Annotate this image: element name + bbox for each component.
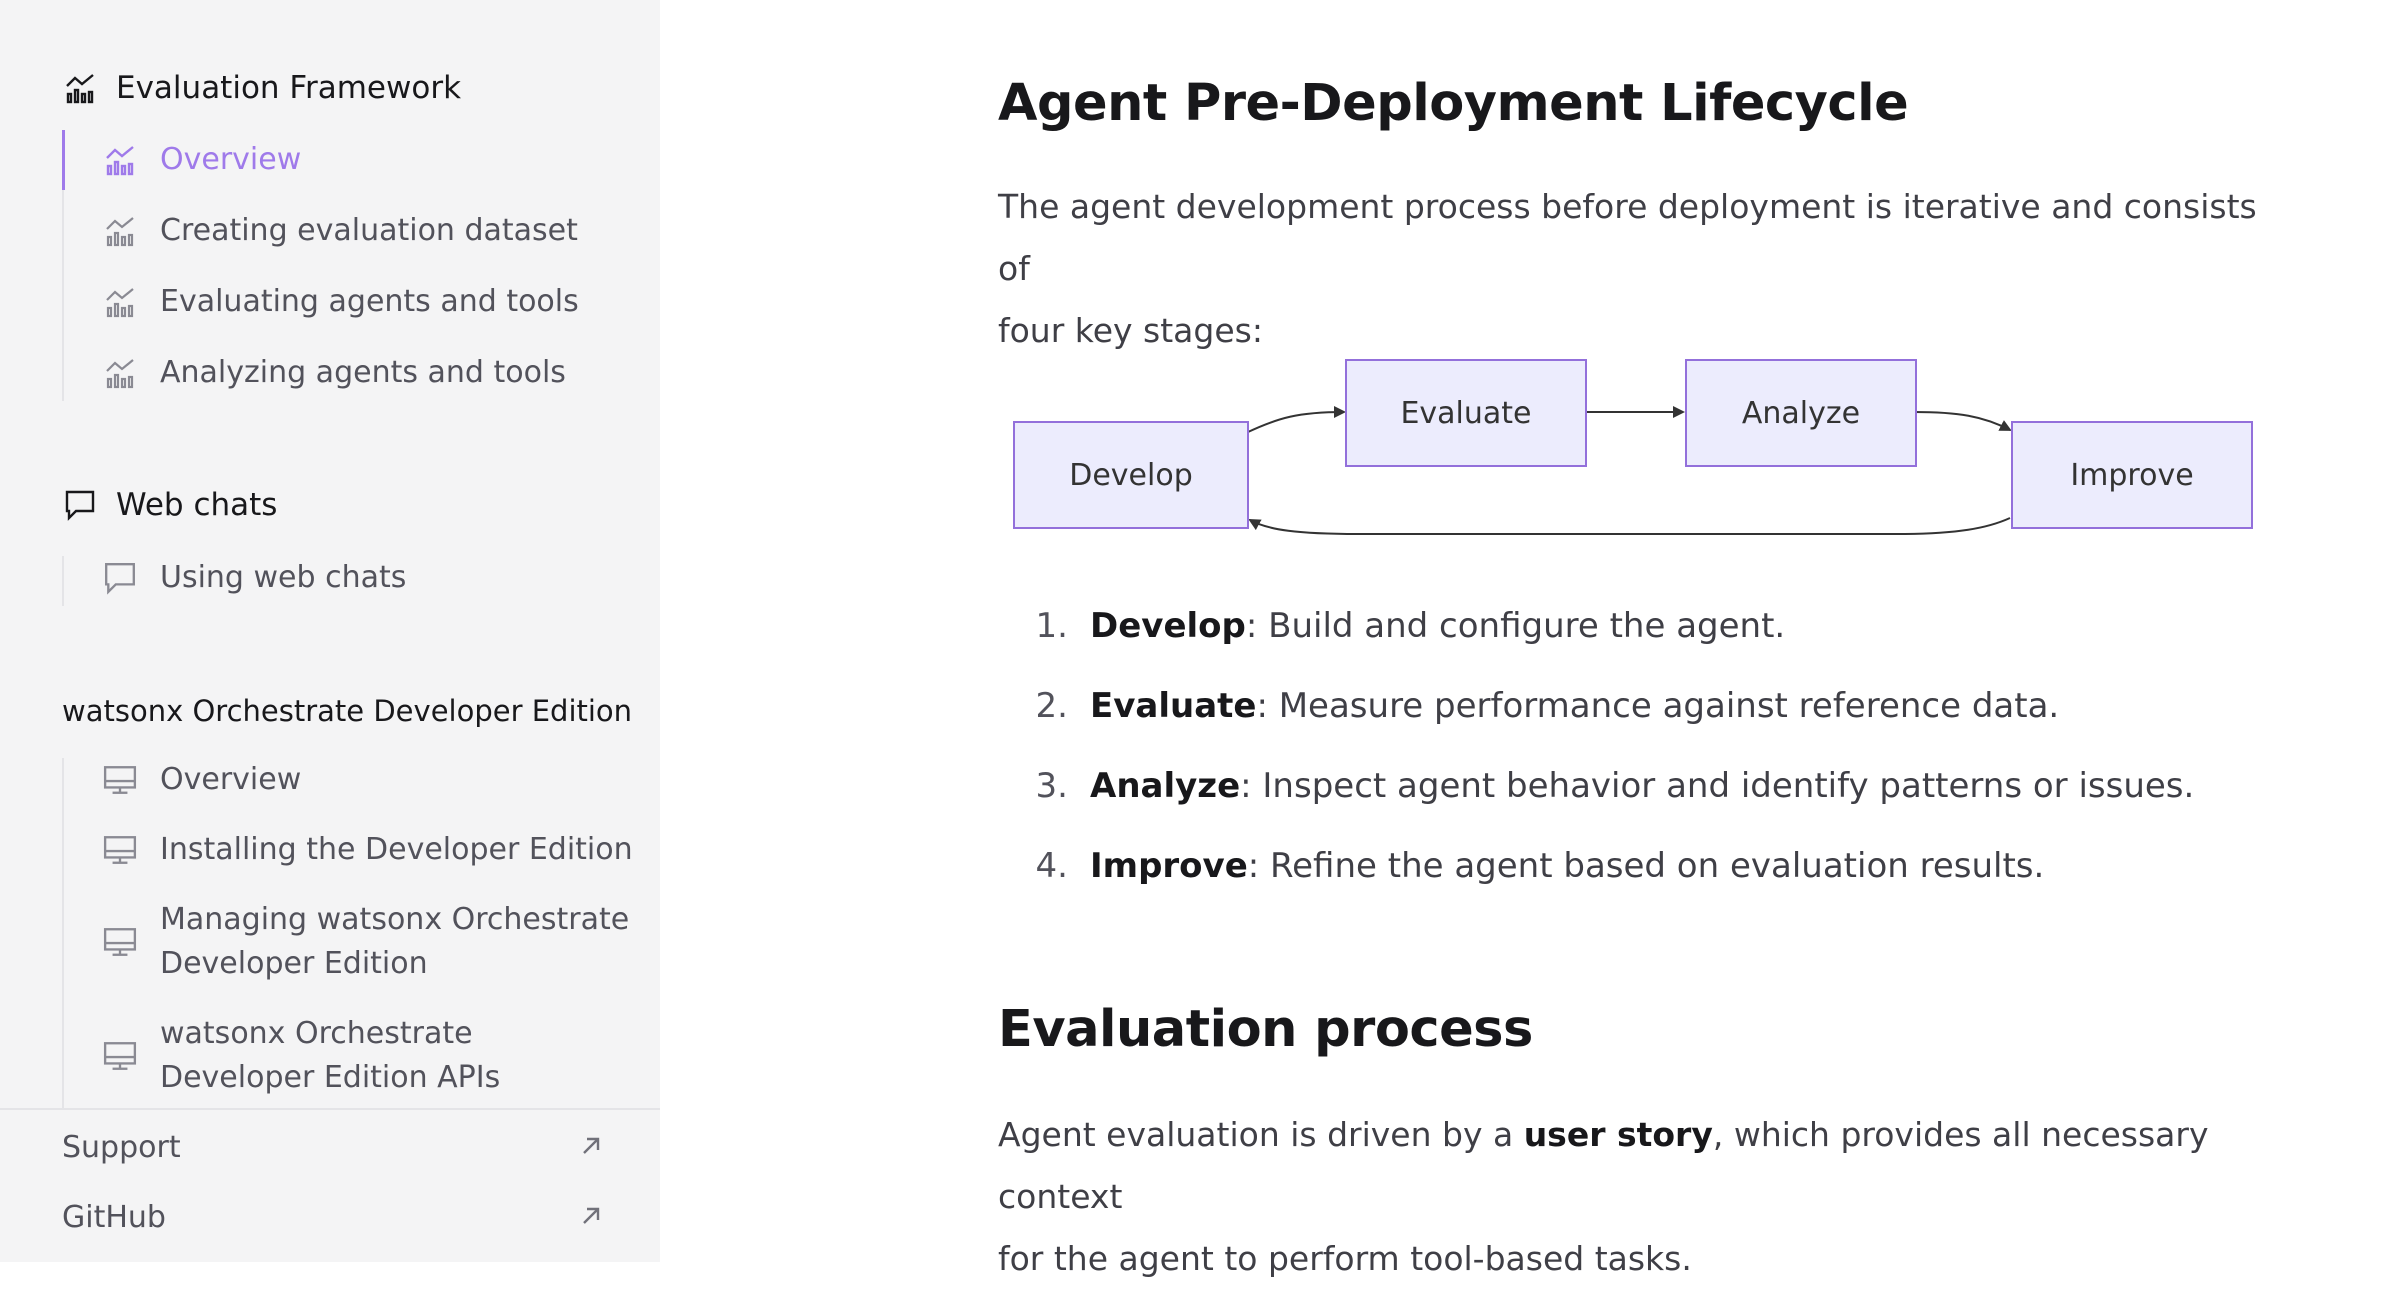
chart-icon (100, 138, 140, 182)
chat-bubble-icon (62, 487, 98, 523)
sidebar-item-label-line1: watsonx Orchestrate (160, 1016, 473, 1051)
group-title-label: Web chats (116, 487, 278, 523)
step-text: Develop: Build and configure the agent. (1090, 596, 1785, 656)
github-link-label: GitHub (62, 1200, 166, 1235)
step-number: 3. (1035, 766, 1068, 806)
sidebar-item-managing-developer-edition[interactable]: Managing watsonx Orchestrate Developer E… (64, 898, 633, 986)
group-title-label: Evaluation Framework (116, 70, 462, 106)
list-item: 1. Develop: Build and configure the agen… (998, 596, 2194, 676)
edge-develop-evaluate (1247, 406, 1346, 433)
monitor-icon (100, 758, 140, 802)
monitor-icon (100, 920, 140, 964)
step-term: Analyze (1090, 766, 1241, 806)
step-text: Evaluate: Measure performance against re… (1090, 676, 2059, 736)
step-number: 4. (1035, 846, 1068, 886)
sidebar-item-label: Using web chats (160, 560, 407, 595)
github-link[interactable]: GitHub (62, 1200, 602, 1235)
sidebar-item-label: Evaluating agents and tools (160, 284, 579, 319)
evaluation-nav-list: Overview Creating evaluation dataset Eva… (62, 130, 579, 401)
node-develop: Develop (1013, 421, 1249, 529)
node-analyze-label: Analyze (1742, 396, 1860, 431)
node-evaluate-label: Evaluate (1400, 396, 1531, 431)
evaluation-process-intro: Agent evaluation is driven by a user sto… (998, 1104, 2258, 1290)
intro-line-2: four key stages: (998, 311, 1263, 350)
section-heading-evaluation-process: Evaluation process (998, 1000, 1533, 1059)
list-item: 2. Evaluate: Measure performance against… (998, 676, 2194, 756)
list-item: 4. Improve: Refine the agent based on ev… (998, 836, 2194, 916)
step-desc: : Refine the agent based on evaluation r… (1247, 846, 2045, 886)
external-link-icon (580, 1200, 602, 1235)
step-number: 2. (1035, 686, 1068, 726)
group-title-evaluation-framework: Evaluation Framework (62, 70, 461, 106)
sidebar-item-label: Overview (160, 142, 302, 177)
list-item: 3. Analyze: Inspect agent behavior and i… (998, 756, 2195, 836)
chart-icon (62, 70, 98, 106)
section-heading-lifecycle: Agent Pre-Deployment Lifecycle (998, 74, 1909, 133)
node-evaluate: Evaluate (1345, 359, 1587, 467)
chart-icon (100, 209, 140, 253)
sidebar-item-label: Managing watsonx Orchestrate Developer E… (160, 898, 629, 986)
node-develop-label: Develop (1069, 458, 1193, 493)
sidebar-item-label: Creating evaluation dataset (160, 213, 578, 248)
step-term: Develop (1090, 606, 1246, 646)
group-title-developer-edition: watsonx Orchestrate Developer Edition (62, 694, 633, 728)
node-improve: Improve (2011, 421, 2253, 529)
sidebar-item-creating-evaluation-dataset[interactable]: Creating evaluation dataset (64, 209, 579, 253)
chat-bubble-icon (100, 556, 140, 600)
sidebar-item-developer-edition-apis[interactable]: watsonx Orchestrate Developer Edition AP… (64, 1012, 633, 1100)
para-bold-term: user story (1523, 1115, 1713, 1154)
para-text-line2: for the agent to perform tool-based task… (998, 1239, 1692, 1278)
support-link-label: Support (62, 1130, 181, 1165)
sidebar-item-overview[interactable]: Overview (62, 130, 579, 190)
step-text: Analyze: Inspect agent behavior and iden… (1090, 756, 2194, 816)
step-text: Improve: Refine the agent based on evalu… (1090, 836, 2044, 896)
sidebar-item-label: Installing the Developer Edition (160, 832, 633, 867)
sidebar-item-label-line1: Managing watsonx Orchestrate (160, 902, 630, 937)
sidebar-item-evaluating-agents-and-tools[interactable]: Evaluating agents and tools (64, 280, 579, 324)
lifecycle-intro: The agent development process before dep… (998, 176, 2258, 362)
chart-icon (100, 351, 140, 395)
sidebar-item-label: Overview (160, 762, 302, 797)
sidebar-item-label-line2: Developer Edition APIs (160, 1060, 501, 1095)
support-link[interactable]: Support (62, 1130, 602, 1165)
step-desc: : Inspect agent behavior and identify pa… (1240, 766, 2195, 806)
chart-icon (100, 280, 140, 324)
sidebar-item-using-web-chats[interactable]: Using web chats (64, 556, 406, 600)
step-desc: : Measure performance against reference … (1256, 686, 2060, 726)
monitor-icon (100, 828, 140, 872)
step-number: 1. (1035, 606, 1068, 646)
edge-improve-develop (1248, 517, 2011, 535)
step-term: Evaluate (1090, 686, 1257, 726)
lifecycle-steps-list: 1. Develop: Build and configure the agen… (998, 596, 2195, 916)
sidebar-item-label-line2: Developer Edition (160, 946, 428, 981)
sidebar-item-label: Analyzing agents and tools (160, 355, 566, 390)
node-improve-label: Improve (2070, 458, 2193, 493)
external-link-icon (580, 1130, 602, 1165)
intro-line-1: The agent development process before dep… (998, 187, 2257, 288)
sidebar-item-analyzing-agents-and-tools[interactable]: Analyzing agents and tools (64, 351, 579, 395)
devedition-nav-list: Overview Installing the Developer Editio… (62, 758, 633, 1110)
monitor-icon (100, 1034, 140, 1078)
para-text: Agent evaluation is driven by a (998, 1115, 1524, 1154)
group-title-web-chats: Web chats (62, 487, 277, 523)
step-desc: : Build and configure the agent. (1245, 606, 1786, 646)
sidebar-item-installing-developer-edition[interactable]: Installing the Developer Edition (64, 828, 633, 872)
webchat-nav-list: Using web chats (62, 556, 406, 606)
sidebar-item-dev-overview[interactable]: Overview (64, 758, 633, 802)
edge-analyze-improve (1913, 411, 2012, 431)
lifecycle-diagram: Develop Evaluate Analyze Improve (1013, 359, 2253, 535)
node-analyze: Analyze (1685, 359, 1917, 467)
sidebar-item-label: watsonx Orchestrate Developer Edition AP… (160, 1012, 500, 1100)
step-term: Improve (1090, 846, 1248, 886)
sidebar: Evaluation Framework Overview Creating e… (0, 0, 660, 1262)
sidebar-footer: Support GitHub (0, 1108, 660, 1262)
